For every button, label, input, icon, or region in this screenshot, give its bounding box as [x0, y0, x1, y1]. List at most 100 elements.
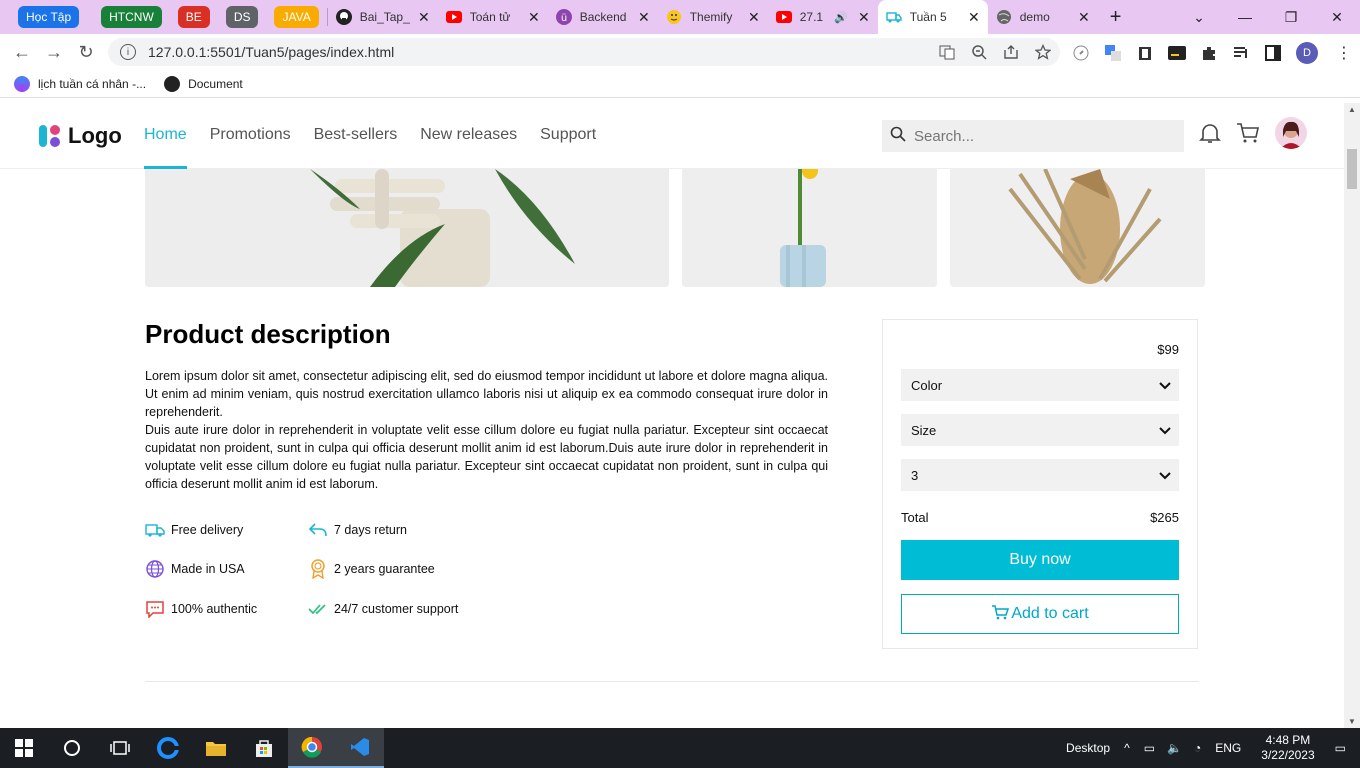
google-translate-icon[interactable]	[1104, 44, 1122, 62]
search-icon	[890, 126, 906, 146]
tab-group-htcnw[interactable]: HTCNW	[101, 6, 162, 28]
cart-icon[interactable]	[1236, 121, 1260, 145]
product-image-3[interactable]	[950, 169, 1205, 287]
wifi-icon[interactable]: ◔	[1194, 741, 1201, 755]
scroll-up-arrow-icon[interactable]: ▲	[1348, 105, 1356, 114]
minimize-button[interactable]: —	[1222, 0, 1268, 34]
share-icon[interactable]	[1002, 43, 1020, 61]
vscode-icon[interactable]	[336, 728, 384, 768]
buy-now-button[interactable]: Buy now	[901, 540, 1179, 580]
close-icon[interactable]: ✕	[858, 9, 870, 26]
page-scrollbar[interactable]: ▲ ▼	[1344, 103, 1360, 728]
user-avatar[interactable]	[1275, 117, 1307, 149]
tab-search-chevron-icon[interactable]: ⌄	[1176, 0, 1222, 34]
add-to-cart-button[interactable]: Add to cart	[901, 594, 1179, 634]
file-explorer-icon[interactable]	[192, 728, 240, 768]
quantity-select[interactable]: 3	[901, 459, 1179, 491]
product-image-main[interactable]	[145, 169, 669, 287]
site-search	[882, 120, 1184, 152]
tab-demo[interactable]: demo ✕	[988, 0, 1098, 34]
bookmark-lich-tuan[interactable]: lịch tuần cá nhân -...	[14, 75, 147, 92]
site-logo[interactable]: Logo	[38, 123, 122, 149]
compass-icon[interactable]	[1072, 44, 1090, 62]
close-icon[interactable]: ✕	[638, 9, 650, 26]
clock[interactable]: 4:48 PM 3/22/2023	[1261, 733, 1314, 763]
window-close-button[interactable]: ✕	[1314, 0, 1360, 34]
search-input[interactable]	[914, 127, 1174, 145]
tab-tuan-5[interactable]: Tuần 5 ✕	[877, 0, 988, 34]
bell-icon[interactable]	[1198, 121, 1222, 145]
edge-icon[interactable]	[144, 728, 192, 768]
browser-menu-icon[interactable]: ⋮	[1336, 43, 1352, 63]
close-icon[interactable]: ✕	[748, 9, 760, 26]
bookmark-label: Document	[188, 76, 243, 91]
tab-title: Tuần 5	[909, 10, 947, 24]
close-icon[interactable]: ✕	[528, 9, 540, 26]
terminal-extension-icon[interactable]	[1168, 44, 1186, 62]
nav-promotions[interactable]: Promotions	[210, 103, 291, 169]
notes-extension-icon[interactable]	[1136, 44, 1154, 62]
nav-new-releases[interactable]: New releases	[420, 103, 517, 169]
translate-icon[interactable]	[938, 43, 956, 61]
color-select[interactable]: Color	[901, 369, 1179, 401]
scrollbar-thumb[interactable]	[1347, 149, 1357, 189]
feature-label: Made in USA	[171, 562, 245, 576]
zoom-icon[interactable]	[970, 43, 988, 61]
desktop-toolbar-label[interactable]: Desktop	[1066, 741, 1110, 755]
bookmark-label: lịch tuần cá nhân -...	[38, 76, 147, 91]
calendar-icon	[14, 75, 30, 92]
address-bar[interactable]: i 127.0.0.1:5501/Tuan5/pages/index.html	[108, 38, 1060, 66]
close-icon[interactable]: ✕	[418, 9, 430, 26]
profile-avatar[interactable]: D	[1296, 42, 1318, 64]
chevron-up-icon[interactable]: ^	[1124, 741, 1130, 755]
size-select[interactable]: Size	[901, 414, 1179, 446]
tab-group-label: BE	[185, 10, 202, 24]
task-view-icon[interactable]	[96, 728, 144, 768]
speaker-icon[interactable]: 🔊	[834, 11, 848, 24]
purchase-box: $99 Color Size 3 Total $265 Buy now Add …	[882, 319, 1198, 649]
close-icon[interactable]: ✕	[968, 9, 980, 26]
tab-backend[interactable]: ü Backend ✕	[548, 0, 658, 34]
bookmark-star-icon[interactable]	[1034, 43, 1052, 61]
bookmark-document[interactable]: Document	[164, 75, 243, 92]
tab-youtube-toan-tu[interactable]: Toán tử ✕	[438, 0, 548, 34]
forward-button[interactable]: →	[38, 36, 70, 68]
tab-group-ds[interactable]: DS	[225, 6, 259, 28]
feature-label: 7 days return	[334, 523, 407, 537]
site-info-icon[interactable]: i	[120, 44, 136, 60]
reading-list-icon[interactable]	[1232, 44, 1250, 62]
tab-group-be[interactable]: BE	[177, 6, 210, 28]
windows-start-icon[interactable]	[0, 728, 48, 768]
system-tray: Desktop ^ ▭ 🔈 ◔ ENG 4:48 PM 3/22/2023 ▭	[1066, 728, 1360, 768]
nav-best-sellers[interactable]: Best-sellers	[314, 103, 398, 169]
puzzle-icon[interactable]	[1200, 44, 1218, 62]
nav-home[interactable]: Home	[144, 103, 187, 169]
restore-button[interactable]: ❐	[1268, 0, 1314, 34]
side-panel-icon[interactable]	[1264, 44, 1282, 62]
store-icon[interactable]	[240, 728, 288, 768]
back-button[interactable]: ←	[6, 36, 38, 68]
volume-icon[interactable]: 🔈	[1167, 741, 1182, 755]
return-arrow-icon	[308, 521, 328, 539]
battery-icon[interactable]: ▭	[1144, 741, 1155, 755]
tab-title: demo	[1019, 10, 1050, 24]
tab-group-hoc-tap[interactable]: Học Tập	[18, 6, 80, 28]
language-indicator[interactable]: ENG	[1215, 741, 1241, 755]
tab-group-java[interactable]: JAVA	[274, 6, 319, 28]
tab-group-label: HTCNW	[109, 10, 154, 24]
new-tab-button[interactable]: +	[1110, 6, 1122, 29]
tab-themify[interactable]: Themify ✕	[658, 0, 768, 34]
award-icon	[308, 559, 328, 579]
truck-icon	[886, 9, 902, 25]
close-icon[interactable]: ✕	[1078, 9, 1090, 26]
search-icon[interactable]	[48, 728, 96, 768]
chrome-icon[interactable]	[288, 728, 336, 768]
product-image-2[interactable]	[682, 169, 937, 287]
tab-github[interactable]: Bai_Tap_ ✕	[328, 0, 438, 34]
reload-button[interactable]: ↻	[70, 36, 102, 68]
scroll-down-arrow-icon[interactable]: ▼	[1348, 717, 1356, 726]
description-paragraph: Lorem ipsum dolor sit amet, consectetur …	[145, 369, 828, 419]
nav-support[interactable]: Support	[540, 103, 596, 169]
notification-icon[interactable]: ▭	[1335, 741, 1346, 755]
tab-youtube-271[interactable]: 27.1 🔊 ✕	[768, 0, 878, 34]
